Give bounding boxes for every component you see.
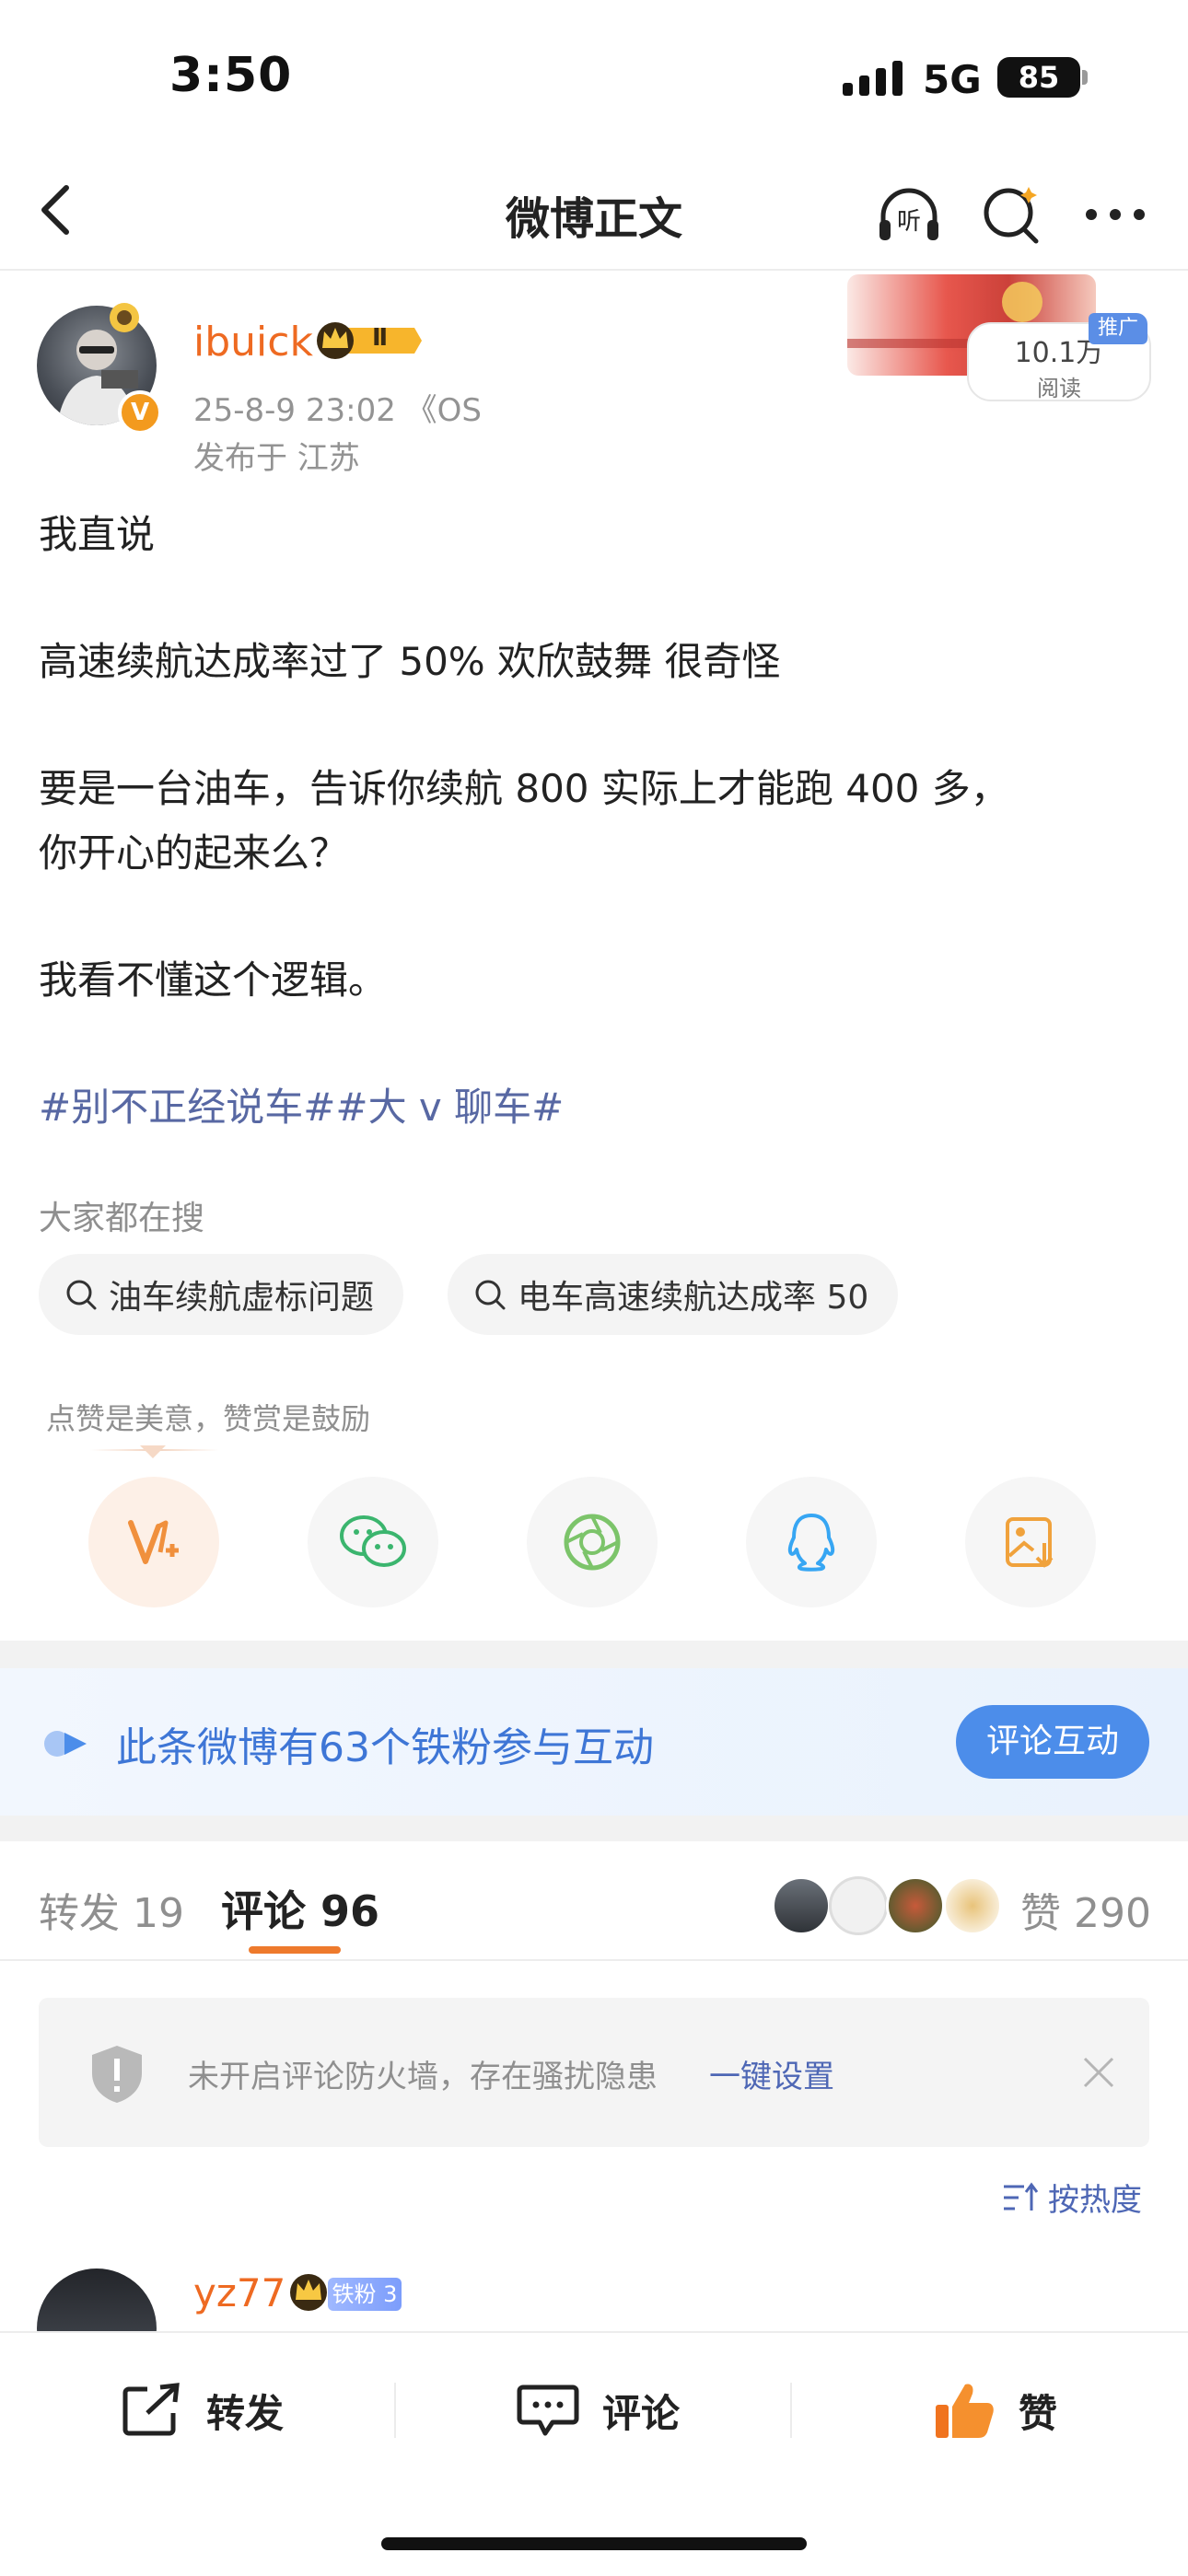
more-button[interactable] [1076,175,1155,254]
post-line-3: 要是一台油车，告诉你续航 800 实际上才能跑 400 多， [39,766,1009,811]
share-moments-button[interactable] [527,1477,658,1607]
post-location: 发布于 江苏 [193,440,360,477]
comment-icon [517,2385,579,2436]
status-time: 3:50 [169,48,293,103]
battery-icon: 85 [997,57,1080,98]
vip-badge[interactable]: Ⅱ [315,320,422,361]
section-divider [0,1641,1188,1668]
post-line-4: 你开心的起来么？ [39,830,349,876]
vip-level: Ⅱ [372,324,389,352]
save-image-icon [1006,1517,1054,1568]
sort-icon [1004,2182,1039,2210]
reward-v-icon [128,1520,179,1564]
share-qq-button[interactable] [746,1477,877,1607]
headphones-icon: 听 [879,188,938,240]
fan-level-badge: 铁粉 3 [328,2278,402,2311]
trending-chip-label: 电车高速续航达成率 50 [518,1279,869,1317]
fans-interaction-text: 此条微博有63个铁粉参与互动 [116,1724,654,1771]
post-line-2: 高速续航达成率过了 50% 欢欣鼓舞 很奇怪 [39,639,781,684]
trending-chip-2[interactable]: 电车高速续航达成率 50 [448,1254,899,1335]
like-label: 赞 [1019,2390,1058,2436]
liker-avatar[interactable] [886,1876,945,1935]
tab-likes[interactable]: 赞 290 [1020,1880,1151,1939]
reward-hint: 点赞是美意，赞赏是鼓励 [46,1401,371,1436]
more-dots-icon [1086,209,1145,220]
promo-tag: 推广 [1089,313,1147,344]
firewall-text: 未开启评论防火墙，存在骚扰隐患 [188,2059,658,2095]
liker-avatar[interactable] [772,1876,831,1935]
shield-icon [87,2042,147,2110]
reward-hint-pointer [140,1445,166,1458]
qq-icon [787,1514,835,1572]
like-button[interactable]: 赞 [932,2373,1057,2447]
home-indicator [381,2537,807,2550]
firewall-setup-link[interactable]: 一键设置 [709,2051,834,2096]
avatar-decoration-icon [101,295,147,341]
battery-level: 85 [1018,60,1060,95]
liker-avatar[interactable] [829,1876,888,1935]
share-wechat-button[interactable] [308,1477,438,1607]
liker-avatar[interactable] [943,1876,1002,1935]
search-icon [66,1280,97,1310]
tabs-divider [0,1959,1188,1961]
listen-button[interactable]: 听 [869,175,949,254]
commenter-username[interactable]: yz77 [193,2270,285,2315]
repost-label: 转发 [206,2390,285,2436]
post-line-5: 我看不懂这个逻辑。 [39,957,388,1003]
repost-button[interactable]: 转发 [120,2373,284,2447]
author-username[interactable]: ibuick [193,319,313,366]
commenter-crown-icon [287,2272,330,2316]
wechat-icon [340,1515,406,1567]
bottom-separator [394,2383,396,2438]
svg-text:听: 听 [897,208,921,236]
thumbs-up-icon [936,2384,994,2438]
bottom-separator [790,2383,792,2438]
comment-button[interactable]: 评论 [516,2373,680,2447]
comment-label: 评论 [602,2390,681,2436]
sort-label: 按热度 [1048,2182,1142,2219]
trending-chip-label: 油车续航虚标问题 [109,1279,375,1317]
repost-icon [122,2383,180,2436]
verified-badge-icon: V [118,390,162,435]
tab-comment[interactable]: 评论 96 [221,1878,379,1939]
network-type: 5G [923,57,982,102]
active-tab-indicator [249,1946,341,1954]
search-icon [984,187,1039,244]
nav-divider [0,269,1188,271]
comment-interact-button[interactable]: 评论互动 [956,1705,1149,1779]
reward-button[interactable] [88,1477,219,1607]
section-divider [0,1816,1188,1841]
search-icon [475,1280,506,1310]
read-label: 阅读 [1037,376,1081,401]
post-line-1: 我直说 [39,512,156,557]
trending-chip-1[interactable]: 油车续航虚标问题 [39,1254,404,1335]
search-button[interactable] [973,175,1052,254]
battery-tip [1082,70,1088,85]
post-hashtags[interactable]: #别不正经说车##大 v 聊车# [39,1075,564,1140]
post-time-device: 25-8-9 23:02 《OS [193,392,483,429]
fans-icon [41,1727,92,1764]
tab-repost[interactable]: 转发 19 [39,1880,184,1939]
close-icon[interactable] [1079,2053,1118,2095]
save-image-button[interactable] [965,1477,1096,1607]
trending-search-label: 大家都在搜 [39,1200,205,1237]
sort-button[interactable]: 按热度 [1002,2175,1142,2220]
crown-icon [317,322,422,359]
moments-icon [564,1514,621,1571]
signal-strength-icon [843,61,903,96]
